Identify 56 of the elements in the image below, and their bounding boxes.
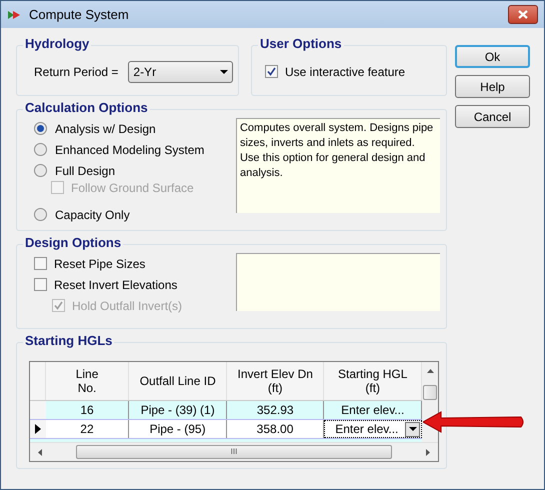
group-title: User Options bbox=[258, 36, 344, 52]
radio-button[interactable] bbox=[34, 208, 47, 221]
scroll-right-icon bbox=[426, 448, 430, 456]
group-title: Calculation Options bbox=[23, 100, 150, 116]
dialog-button[interactable]: Cancel bbox=[455, 105, 530, 128]
return-period-dropdown[interactable]: 2-Yr bbox=[128, 60, 234, 82]
checkbox-label: Reset Pipe Sizes bbox=[54, 256, 146, 272]
checkbox[interactable] bbox=[34, 257, 47, 270]
radio-button[interactable] bbox=[34, 164, 47, 177]
scroll-thumb[interactable]: III bbox=[76, 445, 392, 459]
radio-label: Full Design bbox=[55, 162, 116, 180]
radio-label: Enhanced Modeling System bbox=[55, 142, 204, 158]
row-header[interactable] bbox=[30, 420, 46, 438]
scroll-left-icon bbox=[38, 448, 42, 456]
column-header[interactable]: Invert Elev Dn (ft) bbox=[226, 362, 324, 400]
dropdown-arrow-icon bbox=[408, 427, 416, 431]
horizontal-scrollbar[interactable]: III bbox=[30, 442, 438, 461]
table-cell: 22 bbox=[46, 420, 130, 438]
group-title: Starting HGLs bbox=[23, 333, 114, 349]
table-cell: 358.00 bbox=[226, 420, 324, 438]
window-title: Compute System bbox=[29, 6, 130, 24]
checkbox-label: Reset Invert Elevations bbox=[54, 276, 178, 294]
radio-button[interactable] bbox=[34, 122, 47, 135]
description-box: Computes overall system. Designs pipe sizes, inverts and inlets as required. Use this option for general design and analysis. bbox=[236, 118, 440, 213]
dialog-button[interactable]: Ok bbox=[455, 45, 530, 68]
grid-row[interactable]: 22 Pipe - (95) 358.00 Enter elev... bbox=[30, 420, 422, 439]
column-header[interactable]: Line No. bbox=[46, 362, 130, 400]
dialog-button[interactable]: Help bbox=[455, 75, 530, 98]
table-cell: 16 bbox=[46, 401, 130, 419]
checkmark-icon bbox=[54, 301, 63, 310]
app-icon bbox=[7, 8, 21, 20]
table-cell: Pipe - (95) bbox=[129, 420, 227, 438]
close-button[interactable] bbox=[508, 5, 538, 24]
field-label: Return Period = bbox=[34, 64, 118, 80]
radio-button[interactable] bbox=[34, 143, 47, 156]
row-pointer-icon bbox=[34, 424, 41, 434]
hgl-dropdown[interactable]: Enter elev... bbox=[324, 420, 422, 438]
checkbox-label: Follow Ground Surface bbox=[71, 180, 194, 196]
group-title: Hydrology bbox=[23, 36, 92, 52]
checkbox[interactable] bbox=[265, 65, 278, 78]
grid-row[interactable]: 16 Pipe - (39) (1) 352.93 Enter elev... bbox=[30, 401, 422, 420]
checkmark-icon bbox=[267, 67, 276, 76]
close-icon bbox=[518, 10, 528, 19]
dropdown-button[interactable] bbox=[405, 422, 420, 436]
radio-label: Capacity Only bbox=[55, 206, 130, 224]
table-cell: 352.93 bbox=[226, 401, 324, 419]
scroll-up-icon bbox=[426, 369, 434, 373]
table-cell: Pipe - (39) (1) bbox=[129, 401, 227, 419]
scroll-thumb[interactable] bbox=[423, 385, 437, 400]
checkbox-label: Use interactive feature bbox=[285, 64, 406, 80]
group-title: Design Options bbox=[23, 235, 124, 251]
column-header[interactable]: Outfall Line ID bbox=[129, 362, 227, 400]
checkbox[interactable] bbox=[34, 278, 47, 291]
radio-label: Analysis w/ Design bbox=[55, 120, 156, 138]
checkbox-label: Hold Outfall Invert(s) bbox=[72, 298, 182, 314]
dropdown-arrow-icon bbox=[220, 70, 228, 74]
